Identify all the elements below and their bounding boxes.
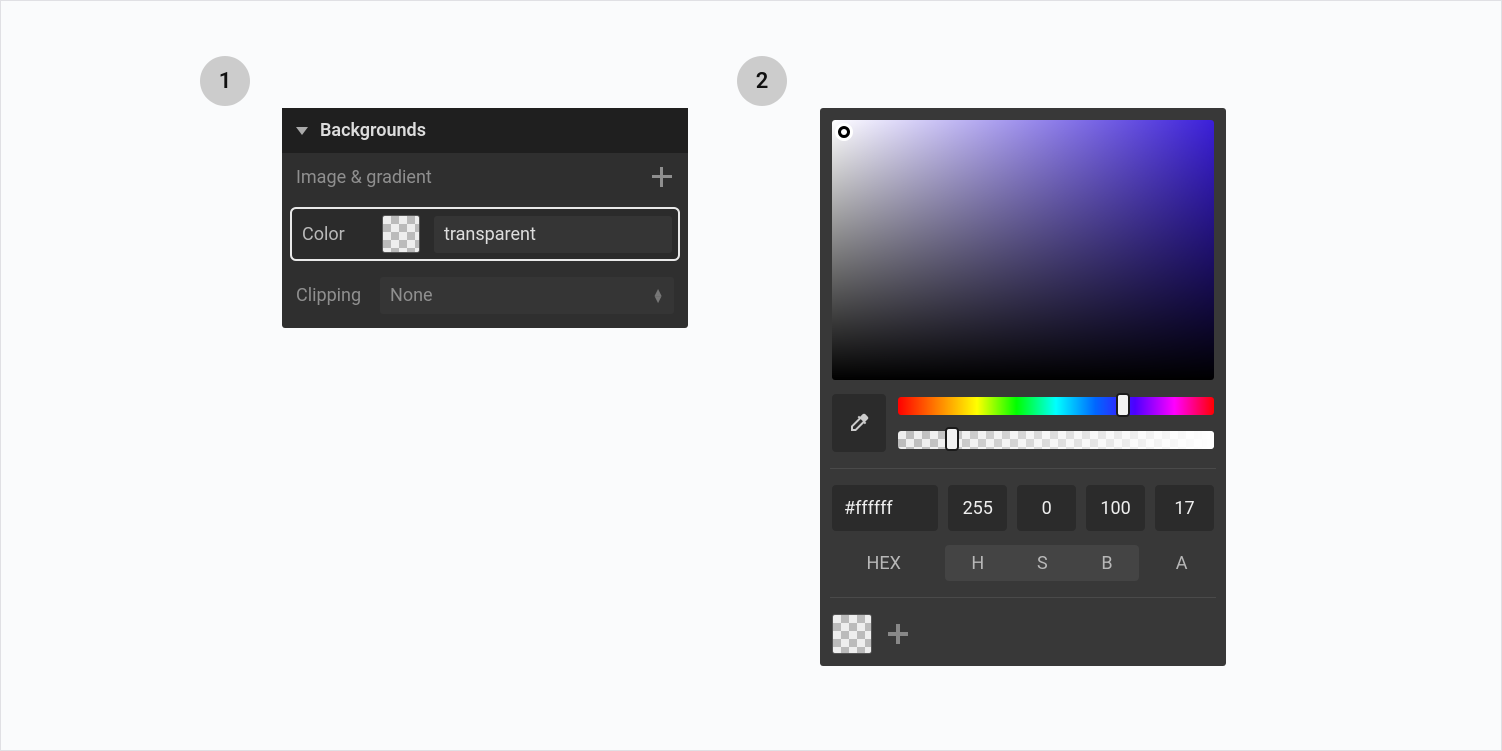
add-swatch-button[interactable]: [886, 622, 910, 646]
backgrounds-title: Backgrounds: [320, 120, 426, 141]
divider: [830, 597, 1216, 598]
b-label: B: [1075, 545, 1140, 581]
clipping-value: None: [390, 285, 433, 306]
s-label: S: [1010, 545, 1075, 581]
alpha-thumb[interactable]: [945, 427, 959, 451]
clipping-row: Clipping None ▲▼: [282, 267, 688, 328]
backgrounds-header[interactable]: Backgrounds: [282, 108, 688, 153]
eyedropper-button[interactable]: [832, 394, 886, 452]
step-badge-1-label: 1: [219, 69, 232, 94]
color-picker-panel: #ffffff 255 0 100 17 HEX H S B A: [820, 108, 1226, 666]
color-row[interactable]: Color transparent: [290, 207, 680, 261]
hue-thumb[interactable]: [1116, 393, 1130, 417]
hue-slider[interactable]: [898, 397, 1214, 415]
clipping-label: Clipping: [296, 285, 366, 306]
color-label: Color: [298, 224, 368, 245]
image-gradient-label: Image & gradient: [296, 167, 432, 188]
image-gradient-row: Image & gradient: [282, 153, 688, 201]
hue-input[interactable]: 255: [948, 485, 1007, 531]
alpha-label: A: [1149, 545, 1214, 581]
h-label: H: [945, 545, 1010, 581]
saturation-input[interactable]: 0: [1017, 485, 1076, 531]
hsb-mode-tab[interactable]: H S B: [945, 545, 1139, 581]
backgrounds-panel: Backgrounds Image & gradient Color trans…: [282, 108, 688, 328]
updown-icon: ▲▼: [652, 289, 664, 303]
hex-mode-tab[interactable]: HEX: [832, 545, 935, 581]
current-swatch[interactable]: [832, 614, 872, 654]
saturation-brightness-area[interactable]: [832, 120, 1214, 380]
step-badge-2-label: 2: [756, 69, 769, 94]
clipping-select[interactable]: None ▲▼: [380, 277, 674, 314]
divider: [830, 468, 1216, 469]
eyedropper-icon: [847, 411, 871, 435]
sb-cursor[interactable]: [835, 123, 853, 141]
alpha-slider[interactable]: [898, 431, 1214, 449]
hex-input[interactable]: #ffffff: [832, 485, 938, 531]
brightness-input[interactable]: 100: [1086, 485, 1145, 531]
color-value[interactable]: transparent: [434, 216, 672, 253]
step-badge-2: 2: [737, 56, 787, 106]
caret-down-icon: [296, 127, 308, 135]
add-image-gradient-button[interactable]: [650, 165, 674, 189]
alpha-input[interactable]: 17: [1155, 485, 1214, 531]
color-swatch[interactable]: [382, 215, 420, 253]
step-badge-1: 1: [200, 56, 250, 106]
